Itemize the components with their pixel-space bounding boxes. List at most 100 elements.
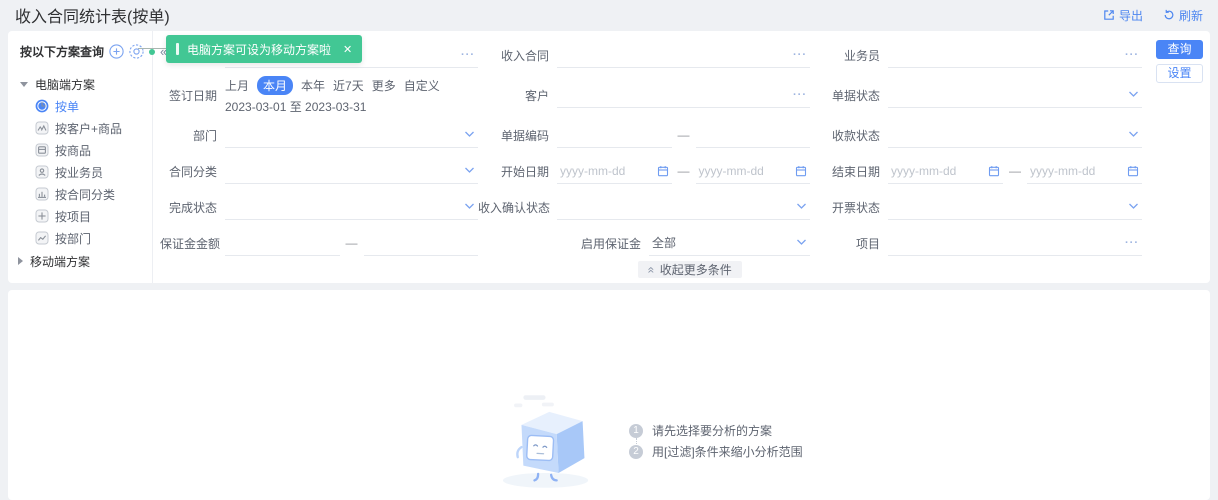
income-contract-input[interactable]: ··· [557, 43, 810, 68]
filter-sign-date: 签订日期 上月 本月 本年 近7天 更多 自定义 2023-03-01 至 20… [160, 73, 478, 117]
app-header: 收入合同统计表(按单) 导出 刷新 [0, 0, 1218, 30]
filter-label: 签订日期 [168, 88, 217, 103]
sidebar-item-label: 按商品 [55, 143, 92, 158]
project-icon [35, 209, 49, 223]
export-button[interactable]: 导出 [1103, 7, 1143, 24]
project-input[interactable]: ··· [888, 231, 1142, 256]
calendar-icon [988, 165, 1000, 176]
empty-state-illustration [502, 395, 589, 488]
start-date-from-input[interactable]: yyyy-mm-dd [557, 159, 672, 184]
doc-status-select[interactable] [888, 83, 1142, 108]
filter-label: 启用保证金 [580, 236, 641, 251]
line-chart-icon [35, 231, 49, 245]
close-icon[interactable]: ✕ [343, 43, 352, 56]
chevron-up-icon: « [644, 266, 659, 273]
date-placeholder: yyyy-mm-dd [891, 163, 957, 178]
sidebar-item-by-project[interactable]: 按项目 [20, 205, 152, 227]
filter-customer: 客户 ··· [478, 73, 810, 117]
end-date-to-input[interactable]: yyyy-mm-dd [1027, 159, 1142, 184]
quick-option-more[interactable]: 更多 [372, 77, 396, 94]
department-select[interactable] [225, 123, 478, 148]
sidebar-item-label: 按项目 [55, 209, 92, 224]
calendar-icon [795, 165, 807, 176]
sign-date-quick-options: 上月 本月 本年 近7天 更多 自定义 2023-03-01 至 2023-03… [225, 75, 440, 115]
empty-state-steps: 1 请先选择要分析的方案 2 用[过滤]条件来缩小分析范围 [629, 423, 803, 493]
chevron-down-icon [1129, 91, 1138, 97]
filter-label: 收入合同 [500, 48, 549, 63]
quick-option-last-month[interactable]: 上月 [225, 77, 249, 94]
end-date-from-input[interactable]: yyyy-mm-dd [888, 159, 1003, 184]
ellipsis-icon[interactable]: ··· [1125, 237, 1139, 249]
query-button[interactable]: 查询 [1156, 40, 1203, 59]
invoice-status-select[interactable] [888, 195, 1142, 220]
filter-label: 单据编码 [500, 128, 549, 143]
sidebar-item-label: 按业务员 [55, 165, 104, 180]
doc-code-from-input[interactable] [557, 123, 672, 148]
page-title: 收入合同统计表(按单) [15, 9, 170, 26]
step-2-number: 2 [629, 444, 643, 459]
ellipsis-icon[interactable]: ··· [793, 89, 807, 101]
deposit-amount-to-input[interactable] [363, 231, 478, 256]
ellipsis-icon[interactable]: ··· [793, 49, 807, 61]
filter-label: 项目 [855, 236, 880, 251]
chevron-down-icon [465, 203, 474, 209]
contract-category-select[interactable] [225, 159, 478, 184]
sidebar-item-by-department[interactable]: 按部门 [20, 227, 152, 249]
tree-group-pc[interactable]: 电脑端方案 [20, 73, 152, 95]
target-icon [129, 44, 144, 59]
filter-label: 单据状态 [831, 88, 880, 103]
plan-settings-button[interactable] [129, 44, 144, 59]
sign-date-range: 2023-03-01 至 2023-03-31 [225, 99, 367, 114]
filter-label: 业务员 [843, 48, 880, 63]
sidebar-item-by-product[interactable]: 按商品 [20, 139, 152, 161]
salesperson-input[interactable]: ··· [888, 43, 1142, 68]
results-panel: 1 请先选择要分析的方案 2 用[过滤]条件来缩小分析范围 [8, 290, 1210, 500]
step-2-text: 用[过滤]条件来缩小分析范围 [652, 445, 803, 459]
filter-label: 开票状态 [831, 200, 880, 215]
deposit-amount-from-input[interactable] [225, 231, 340, 256]
sidebar-title: 按以下方案查询 [20, 45, 105, 59]
calendar-icon [1127, 165, 1139, 176]
ellipsis-icon[interactable]: ··· [461, 49, 475, 61]
export-icon [1104, 10, 1114, 20]
deposit-enabled-select[interactable]: 全部 [649, 231, 810, 256]
tree-group-mobile[interactable]: 移动端方案 [18, 250, 152, 272]
customer-product-icon [35, 121, 49, 135]
quick-option-this-year[interactable]: 本年 [301, 77, 325, 94]
date-placeholder: yyyy-mm-dd [1030, 163, 1096, 178]
sidebar-item-label: 按部门 [55, 231, 92, 246]
sidebar-item-by-customer-product[interactable]: 按客户+商品 [20, 117, 152, 139]
filter-row-2: 签订日期 上月 本月 本年 近7天 更多 自定义 2023-03-01 至 20… [160, 73, 1142, 117]
income-confirm-status-select[interactable] [557, 195, 810, 220]
filter-row-3: 部门 单据编码 — 收款状态 [160, 117, 1142, 153]
doc-code-to-input[interactable] [695, 123, 810, 148]
filter-end-date: 结束日期 yyyy-mm-dd — yyyy-mm-dd [810, 153, 1142, 189]
filter-project: 项目 ··· [810, 225, 1142, 261]
pie-chart-icon [35, 99, 49, 113]
sidebar-item-by-contract-category[interactable]: 按合同分类 [20, 183, 152, 205]
collection-status-select[interactable] [888, 123, 1142, 148]
refresh-button[interactable]: 刷新 [1163, 7, 1203, 24]
filter-label: 结束日期 [831, 164, 880, 179]
product-icon [35, 143, 49, 157]
customer-input[interactable]: ··· [557, 83, 810, 108]
completion-status-select[interactable] [225, 195, 478, 220]
quick-option-this-month[interactable]: 本月 [257, 75, 294, 95]
salesperson-icon [35, 165, 49, 179]
filter-deposit-enabled: 启用保证金 全部 [478, 225, 810, 261]
collapse-conditions-button[interactable]: « 收起更多条件 [638, 261, 742, 278]
start-date-to-input[interactable]: yyyy-mm-dd [695, 159, 810, 184]
filter-income-confirm-status: 收入确认状态 [478, 189, 810, 225]
filter-label: 收款状态 [831, 128, 880, 143]
quick-option-custom[interactable]: 自定义 [404, 77, 440, 94]
filter-label: 收入确认状态 [478, 200, 551, 215]
quick-option-last-7-days[interactable]: 近7天 [333, 77, 364, 94]
status-dot [149, 48, 156, 55]
deposit-enabled-value: 全部 [652, 236, 677, 250]
settings-button[interactable]: 设置 [1156, 64, 1203, 83]
sidebar-item-by-salesperson[interactable]: 按业务员 [20, 161, 152, 183]
sidebar-item-by-order[interactable]: 按单 [20, 95, 152, 117]
ellipsis-icon[interactable]: ··· [1125, 49, 1139, 61]
add-plan-button[interactable] [109, 44, 124, 59]
tree-group-label: 电脑端方案 [35, 77, 96, 92]
